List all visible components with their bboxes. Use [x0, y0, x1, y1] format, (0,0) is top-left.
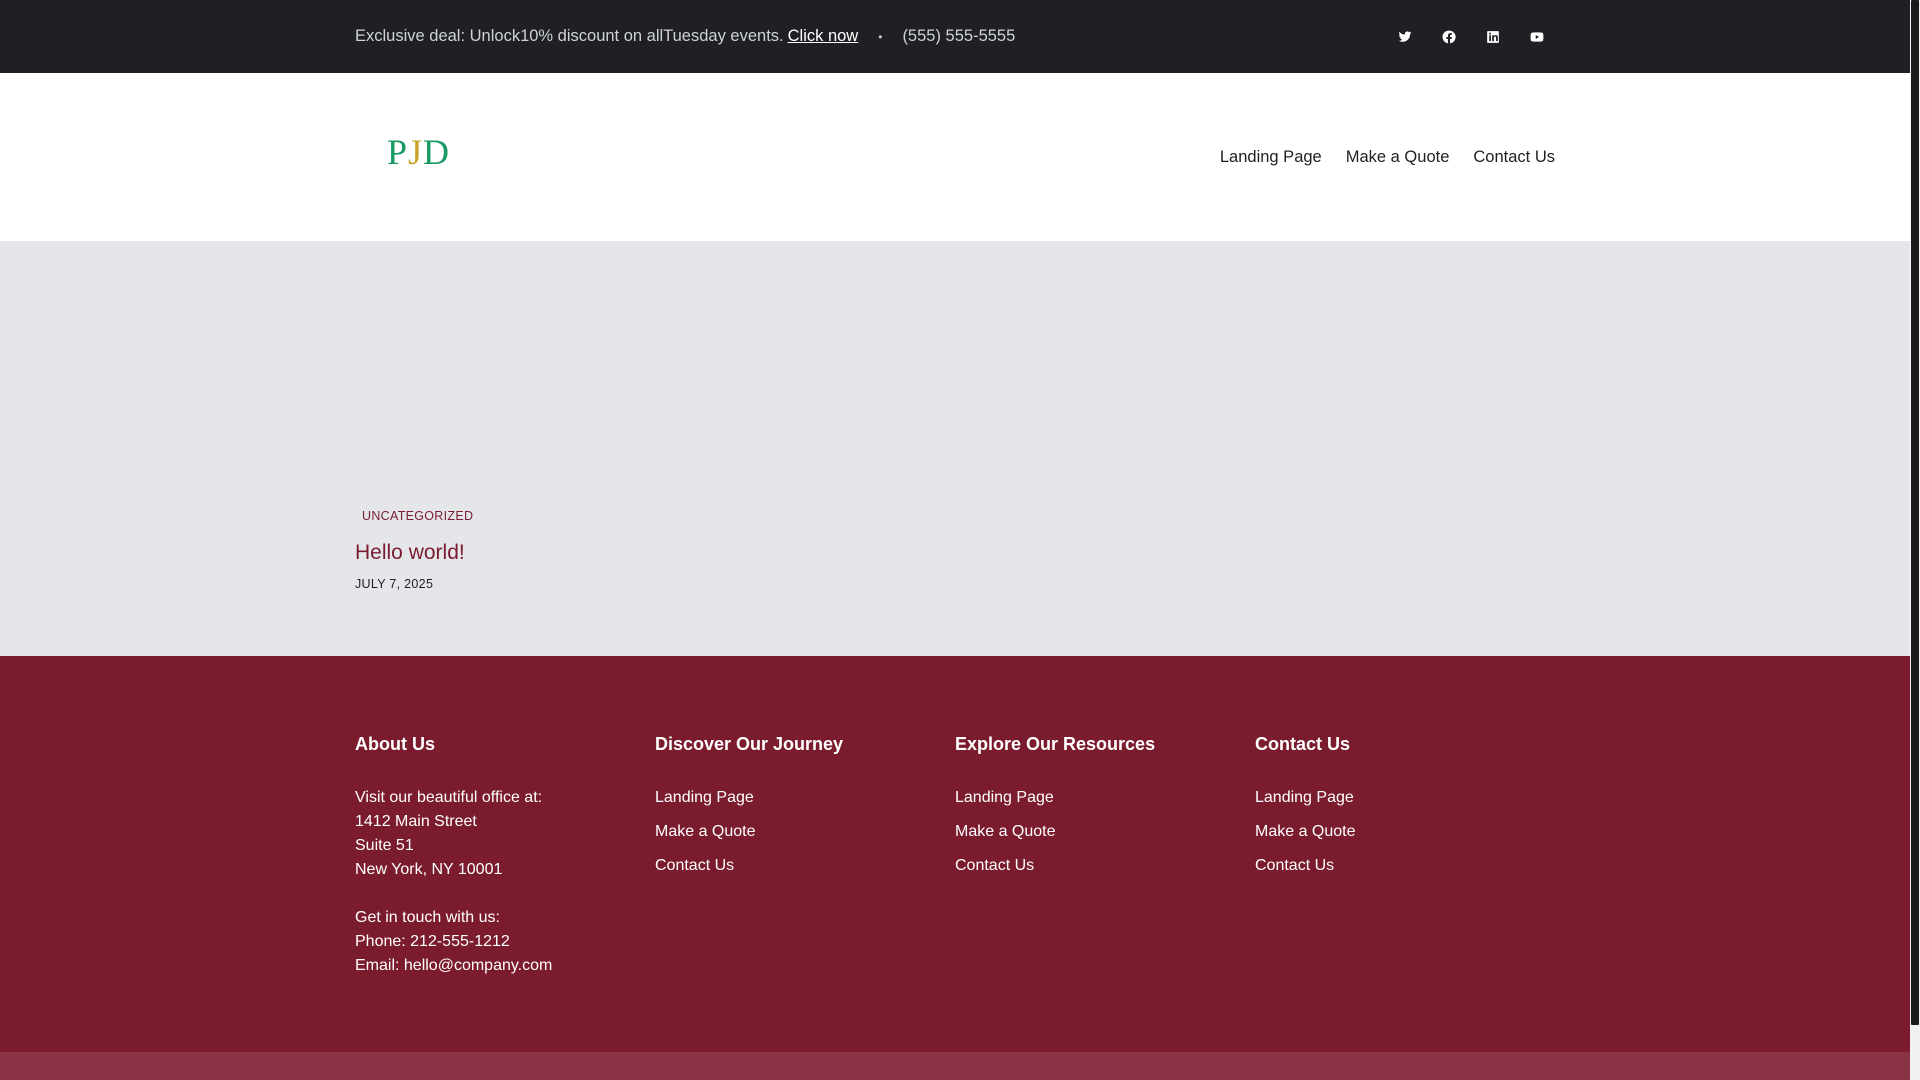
separator-dot: •: [878, 29, 883, 44]
address-line: New York, NY 10001: [355, 861, 503, 878]
logo-letter-d: D: [423, 132, 451, 172]
facebook-icon[interactable]: [1439, 27, 1459, 47]
address-line: 1412 Main Street: [355, 813, 477, 830]
page: Exclusive deal: Unlock10% discount on al…: [0, 0, 1910, 1080]
post-card: UNCATEGORIZED Hello world! JULY 7, 2025: [355, 507, 473, 591]
nav-make-a-quote[interactable]: Make a Quote: [1346, 148, 1450, 167]
deal-link[interactable]: Click now: [788, 27, 859, 46]
site-header: PJD Landing Page Make a Quote Contact Us: [0, 73, 1910, 241]
footer-link-make-a-quote[interactable]: Make a Quote: [1255, 820, 1555, 844]
footer-bottom-bar: [0, 1052, 1910, 1080]
logo-letter-j: J: [408, 132, 424, 172]
linkedin-icon[interactable]: [1483, 27, 1503, 47]
page-scrollbar[interactable]: [1910, 0, 1920, 1080]
footer-contact: Contact Us Landing Page Make a Quote Con…: [1255, 734, 1555, 1052]
announcement-bar: Exclusive deal: Unlock10% discount on al…: [0, 0, 1910, 73]
post-hero: UNCATEGORIZED Hello world! JULY 7, 2025: [0, 241, 1910, 656]
post-date: JULY 7, 2025: [355, 577, 434, 591]
phone-number: (555) 555-5555: [902, 27, 1016, 45]
footer-heading-journey: Discover Our Journey: [655, 734, 844, 754]
footer-link-landing-page[interactable]: Landing Page: [655, 786, 955, 810]
footer-link-contact-us[interactable]: Contact Us: [955, 854, 1255, 878]
footer-link-contact-us[interactable]: Contact Us: [655, 854, 955, 878]
footer-link-make-a-quote[interactable]: Make a Quote: [655, 820, 955, 844]
youtube-icon[interactable]: [1527, 27, 1547, 47]
post-category[interactable]: UNCATEGORIZED: [362, 509, 473, 523]
nav-contact-us[interactable]: Contact Us: [1473, 148, 1555, 167]
footer-link-contact-us[interactable]: Contact Us: [1255, 854, 1555, 878]
logo-letter-p: P: [387, 132, 409, 172]
footer-link-make-a-quote[interactable]: Make a Quote: [955, 820, 1255, 844]
deal-message: Exclusive deal: Unlock10% discount on al…: [355, 27, 1015, 46]
post-title[interactable]: Hello world!: [355, 541, 473, 565]
address-line: Visit our beautiful office at:: [355, 789, 543, 806]
contact-phone: Phone: 212-555-1212: [355, 933, 510, 950]
nav-landing-page[interactable]: Landing Page: [1220, 148, 1322, 167]
address-line: Suite 51: [355, 837, 414, 854]
footer-about: About Us Visit our beautiful office at: …: [355, 734, 655, 1052]
social-links: [1395, 27, 1555, 47]
scrollbar-thumb[interactable]: [1911, 0, 1919, 1025]
footer-journey: Discover Our Journey Landing Page Make a…: [655, 734, 955, 1052]
contact-email: Email: hello@company.com: [355, 957, 553, 974]
deal-text: Exclusive deal: Unlock10% discount on al…: [355, 27, 784, 45]
footer-link-landing-page[interactable]: Landing Page: [955, 786, 1255, 810]
footer-link-landing-page[interactable]: Landing Page: [1255, 786, 1555, 810]
contact-line: Get in touch with us:: [355, 909, 500, 926]
footer-resources: Explore Our Resources Landing Page Make …: [955, 734, 1255, 1052]
main-nav: Landing Page Make a Quote Contact Us: [1220, 148, 1555, 167]
footer-heading-contact: Contact Us: [1255, 734, 1351, 754]
footer-heading-resources: Explore Our Resources: [955, 734, 1156, 754]
twitter-icon[interactable]: [1395, 27, 1415, 47]
footer-heading-about: About Us: [355, 734, 435, 754]
site-footer: About Us Visit our beautiful office at: …: [0, 656, 1910, 1052]
site-logo[interactable]: PJD: [387, 131, 450, 173]
